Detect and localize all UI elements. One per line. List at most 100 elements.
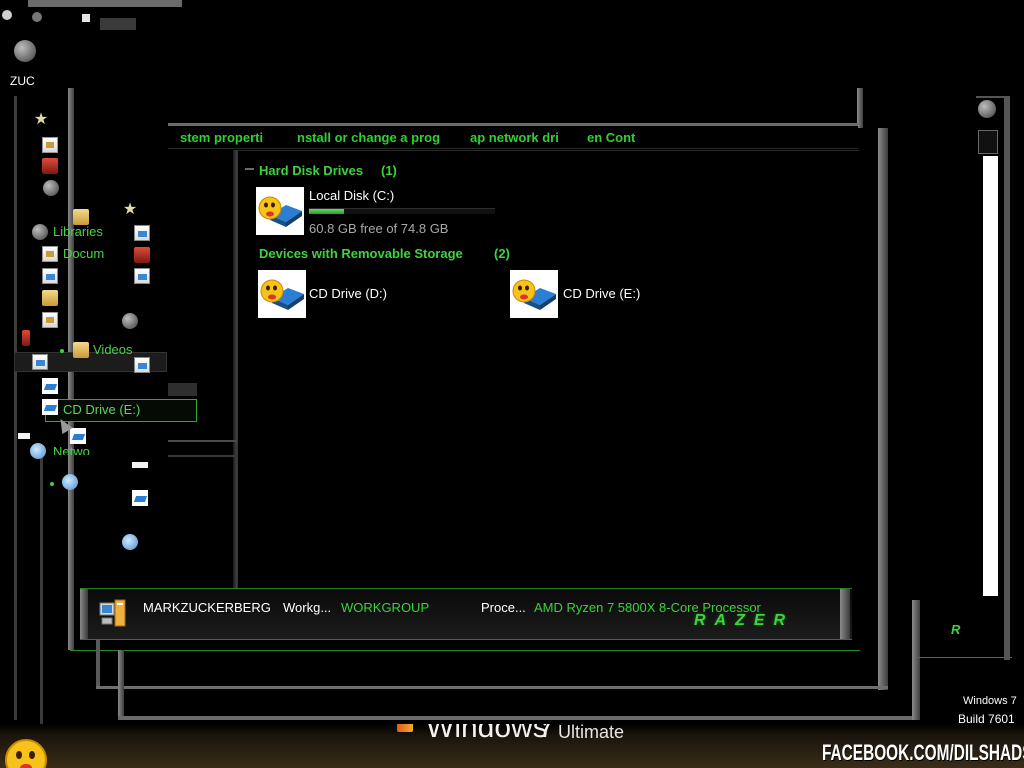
- nav-item-libraries[interactable]: Libraries: [53, 224, 103, 239]
- os-version-label: Windows 7: [963, 695, 1017, 707]
- nav-item-documents[interactable]: Docum: [63, 246, 104, 261]
- taskbar: Windows 7 Ultimate FACEBOOK.COM/DILSHADS…: [0, 724, 1024, 768]
- tray-glyph-icon: [2, 10, 12, 20]
- videos-library-icon[interactable]: [42, 312, 58, 328]
- recent-places-icon[interactable]: [43, 180, 59, 196]
- start-orb[interactable]: [4, 738, 48, 768]
- branding-edition: Ultimate: [558, 724, 625, 742]
- network-icon[interactable]: [30, 443, 46, 459]
- pictures-icon[interactable]: [134, 225, 150, 241]
- window-frame-right-back: [912, 600, 920, 720]
- cd-drive-d-label[interactable]: CD Drive (D:): [309, 286, 387, 301]
- documents-icon[interactable]: [42, 246, 58, 262]
- small-white-icon: [18, 433, 30, 439]
- nav-item-videos[interactable]: Videos: [93, 342, 133, 357]
- desktop-icon[interactable]: [42, 137, 58, 153]
- watermark-container: FACEBOOK.COM/DILSHADSYS: [822, 740, 1024, 768]
- details-pane: MARKZUCKERBERG Workg... WORKGROUP Proce.…: [80, 588, 852, 640]
- window-frame-left-lower: [40, 455, 43, 725]
- local-disk-usage-fill: [309, 209, 344, 214]
- right-window-edge: [1004, 96, 1010, 660]
- small-square-icon: [82, 14, 90, 22]
- details-pane-right-edge: [840, 589, 850, 639]
- window-frame-left-outer: [14, 96, 17, 600]
- local-disk-usage-bar: [309, 208, 495, 214]
- downloads-icon[interactable]: [42, 158, 58, 174]
- workgroup-label: Workg...: [283, 600, 332, 615]
- windows-flag-icon: [397, 724, 413, 732]
- computer-icon-large: [99, 599, 126, 627]
- hard-disk-group-title[interactable]: Hard Disk Drives: [259, 163, 363, 178]
- local-disk-icon[interactable]: [256, 187, 304, 235]
- expand-dot-icon-2[interactable]: [50, 482, 54, 486]
- facebook-watermark: FACEBOOK.COM/DILSHADSYS: [822, 740, 1024, 765]
- cd-drive-d-icon[interactable]: [258, 270, 306, 318]
- details-pane-left-edge: [80, 589, 88, 639]
- favorites-star-icon[interactable]: ★: [33, 112, 49, 128]
- nav-pane-bar: [168, 383, 197, 396]
- scrollbar-track[interactable]: [983, 156, 998, 596]
- cd-drive-nav-icon[interactable]: [70, 428, 86, 444]
- nav-pane-line: [168, 440, 237, 442]
- workgroup-value: WORKGROUP: [341, 600, 430, 615]
- branding-version: 7: [538, 724, 555, 744]
- cd-drive-e-nav-icon[interactable]: [42, 399, 58, 415]
- pictures-folder-icon[interactable]: [134, 268, 150, 284]
- branding-word: Windows: [426, 724, 548, 744]
- uninstall-program-button[interactable]: nstall or change a prog: [297, 130, 440, 145]
- libraries-icon[interactable]: [32, 224, 48, 240]
- user-name-fragment: ZUC: [10, 74, 35, 88]
- local-disk-nav-icon[interactable]: [42, 378, 58, 394]
- control-panel-button[interactable]: en Cont: [587, 130, 635, 145]
- expand-dot-icon[interactable]: [60, 349, 64, 353]
- local-disk-label[interactable]: Local Disk (C:): [309, 188, 394, 203]
- system-properties-button[interactable]: stem properti: [180, 130, 263, 145]
- nav-item-network-label[interactable]: Netwo: [53, 444, 90, 455]
- network-icon-2[interactable]: [62, 474, 78, 490]
- window-frame-vertical-back: [118, 650, 124, 720]
- network-icon-3[interactable]: [122, 534, 138, 550]
- window-frame-right: [878, 128, 888, 690]
- nav-pane-line-2: [168, 455, 237, 457]
- razer-logo: RAZER: [694, 612, 795, 629]
- music-folder-icon[interactable]: [42, 268, 58, 284]
- window-frame-right-top: [857, 88, 863, 128]
- window-frame-bottom-back: [118, 716, 918, 720]
- window-frame-left-bottom: [14, 598, 17, 720]
- favorites-star-icon-2[interactable]: ★: [122, 202, 138, 218]
- nav-pane-separator[interactable]: [233, 150, 237, 590]
- window-title-fragment: [28, 0, 182, 7]
- music-icon[interactable]: [134, 247, 150, 263]
- group-collapse-icon[interactable]: [245, 168, 254, 170]
- computer-name: MARKZUCKERBERG: [143, 600, 271, 615]
- scroll-up-button[interactable]: [978, 130, 998, 154]
- corner-razer-logo: R: [951, 622, 961, 637]
- folder-icon[interactable]: [73, 209, 89, 225]
- title-bar-fragment: [100, 18, 136, 30]
- videos-folder-icon[interactable]: [73, 342, 89, 358]
- processor-label: Proce...: [481, 600, 526, 615]
- window-frame-bottom: [96, 686, 888, 689]
- red-shortcut-icon: [22, 330, 30, 346]
- hard-disk-group-count: (1): [381, 163, 397, 178]
- drive-icon-small[interactable]: [132, 490, 148, 506]
- window-frame-green-right: [918, 657, 1012, 658]
- window-frame-vertical-inner: [96, 640, 100, 689]
- removable-group-title[interactable]: Devices with Removable Storage: [259, 246, 463, 261]
- search-icon[interactable]: [978, 100, 996, 118]
- nav-item-network[interactable]: Netwo: [53, 443, 113, 455]
- small-circle-icon: [32, 12, 42, 22]
- nav-item-cd-drive-e-label[interactable]: CD Drive (E:): [63, 402, 140, 417]
- computer-icon[interactable]: [32, 354, 48, 370]
- media-icon[interactable]: [134, 357, 150, 373]
- user-picture-icon[interactable]: [14, 40, 36, 62]
- content-pane: [237, 150, 859, 590]
- map-network-drive-button[interactable]: ap network dri: [470, 130, 559, 145]
- pictures-library-icon[interactable]: [42, 290, 58, 306]
- window-frame-bottom-green: [70, 650, 860, 651]
- local-disk-free-space: 60.8 GB free of 74.8 GB: [309, 221, 449, 236]
- cd-drive-e-label[interactable]: CD Drive (E:): [563, 286, 640, 301]
- homegroup-icon[interactable]: [122, 313, 138, 329]
- removable-group-count: (2): [494, 246, 510, 261]
- cd-drive-e-icon[interactable]: [510, 270, 558, 318]
